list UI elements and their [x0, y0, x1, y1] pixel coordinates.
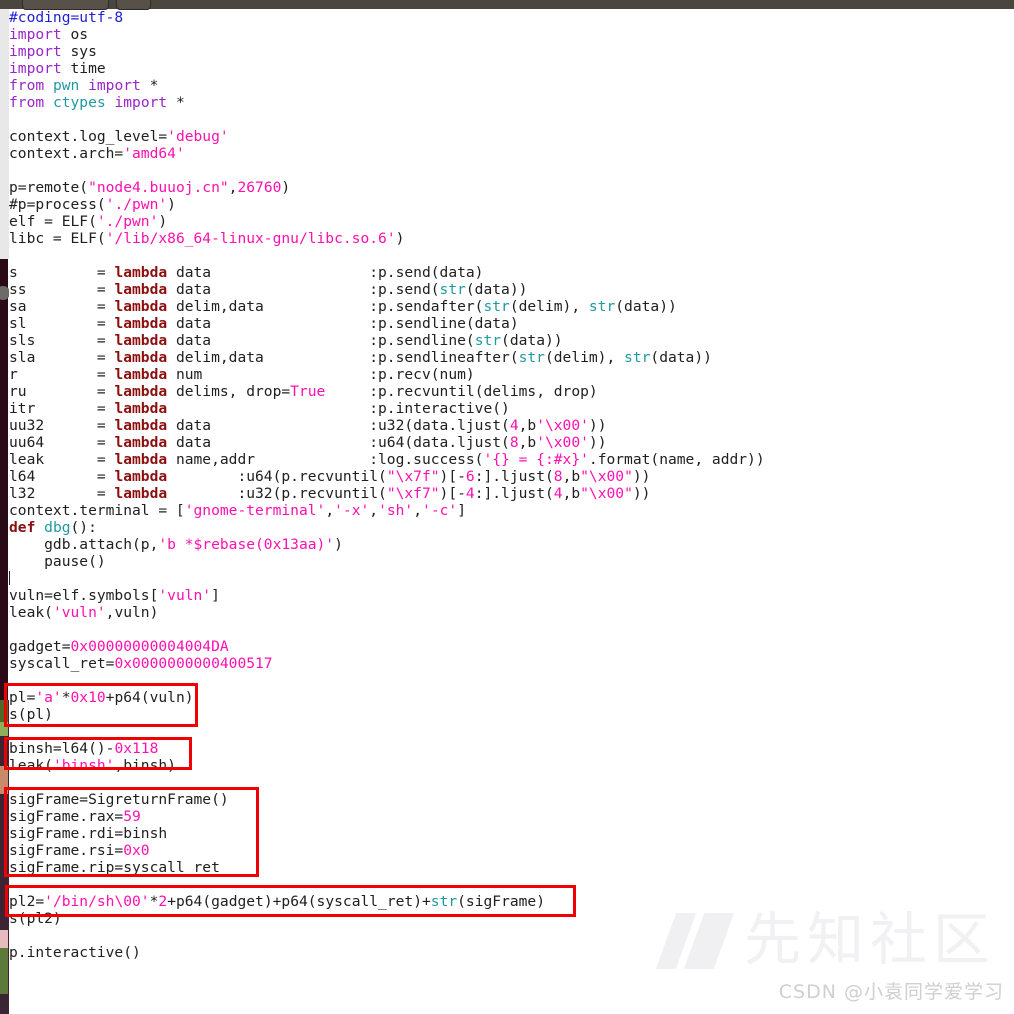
annotation-box-sigreturn-frame: [4, 787, 259, 877]
titlebar-button-small[interactable]: [116, 0, 151, 10]
code-line: import time: [9, 60, 106, 77]
background-blob: [0, 930, 8, 948]
code-line: uu64 = lambda data :u64(data.ljust(8,b'\…: [9, 434, 607, 451]
background-window-top-sliver: [0, 9, 9, 259]
code-line: l64 = lambda :u64(p.recvuntil("\x7f")[-6…: [9, 468, 651, 485]
code-line: leak = lambda name,addr :log.success('{}…: [9, 451, 765, 468]
code-line: libc = ELF('/lib/x86_64-linux-gnu/libc.s…: [9, 230, 405, 247]
code-line: gadget=0x00000000004004DA: [9, 638, 229, 655]
code-line: p.interactive(): [9, 944, 141, 961]
code-line: s = lambda data :p.send(data): [9, 264, 484, 281]
code-line: ss = lambda data :p.send(str(data)): [9, 281, 528, 298]
annotation-box-payload-2: [5, 885, 576, 917]
code-line: context.log_level='debug': [9, 128, 229, 145]
annotation-box-payload-1: [4, 683, 198, 727]
code-line: #p=process('./pwn'): [9, 196, 176, 213]
code-line: sls = lambda data :p.sendline(str(data)): [9, 332, 563, 349]
code-line: import sys: [9, 43, 97, 60]
background-blob: [0, 948, 8, 994]
code-line: gdb.attach(p,'b *$rebase(0x13aa)'): [9, 536, 343, 553]
code-line: syscall_ret=0x0000000000400517: [9, 655, 273, 672]
code-line: def dbg():: [9, 519, 97, 536]
annotation-box-binsh-leak: [4, 737, 192, 770]
code-line: elf = ELF('./pwn'): [9, 213, 168, 230]
titlebar-button-wide[interactable]: [22, 0, 109, 10]
code-line: context.terminal = ['gnome-terminal','-x…: [9, 502, 466, 519]
code-line: vuln=elf.symbols['vuln']: [9, 587, 220, 604]
code-line: p=remote("node4.buuoj.cn",26760): [9, 179, 291, 196]
code-line: sa = lambda delim,data :p.sendafter(str(…: [9, 298, 677, 315]
code-line: from ctypes import *: [9, 94, 185, 111]
window-titlebar: [0, 0, 1014, 10]
code-line: leak('vuln',vuln): [9, 604, 159, 621]
code-line: itr = lambda :p.interactive(): [9, 400, 510, 417]
code-line: ru = lambda delims, drop=True :p.recvunt…: [9, 383, 598, 400]
code-line: r = lambda num :p.recv(num): [9, 366, 475, 383]
code-line: [9, 570, 765, 587]
code-line: #coding=utf-8: [9, 9, 124, 26]
code-line: context.arch='amd64': [9, 145, 185, 162]
code-line: from pwn import *: [9, 77, 159, 94]
code-line: import os: [9, 26, 89, 43]
code-line: uu32 = lambda data :u32(data.ljust(4,b'\…: [9, 417, 607, 434]
code-line: l32 = lambda :u32(p.recvuntil("\xf7")[-4…: [9, 485, 651, 502]
code-line: sl = lambda data :p.sendline(data): [9, 315, 519, 332]
code-line: pause(): [9, 553, 106, 570]
code-line: sla = lambda delim,data :p.sendlineafter…: [9, 349, 712, 366]
